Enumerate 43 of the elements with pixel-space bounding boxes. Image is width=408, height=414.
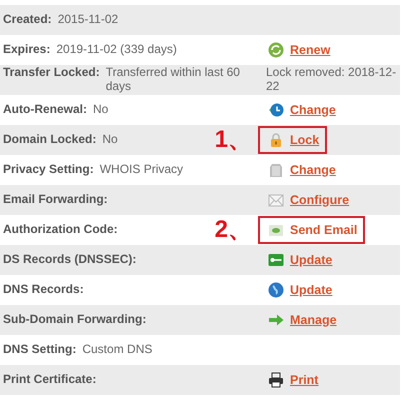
action-link[interactable]: Renew: [258, 36, 338, 64]
refresh-icon: [268, 42, 284, 58]
field-value: Custom DNS: [82, 343, 154, 357]
field-value: No: [102, 133, 119, 147]
arrow-icon: [268, 312, 284, 328]
envelope-icon: [268, 192, 284, 208]
field-label: Auto-Renewal:: [3, 103, 87, 117]
lock-note: Lock removed: 2018-12-22: [265, 66, 398, 94]
action-link[interactable]: Lock: [258, 126, 328, 154]
field-label: Email Forwarding:: [2, 193, 109, 207]
field-label: Domain Locked:: [3, 133, 96, 147]
field-label: DNS Records:: [2, 283, 85, 297]
action-link[interactable]: Print: [258, 366, 326, 394]
step-number: 1、: [214, 128, 253, 152]
action-link[interactable]: Update: [258, 246, 340, 274]
printer-icon: [268, 372, 284, 388]
field-label: DS Records (DNSSEC):: [2, 253, 138, 267]
field-label: DNS Setting:: [3, 343, 76, 357]
mail-icon: [268, 222, 284, 238]
key-icon: [268, 252, 284, 268]
field-value: 2019-11-02 (339 days): [56, 43, 178, 57]
globe-icon: [268, 282, 284, 298]
field-value: No: [93, 103, 110, 117]
field-label: Privacy Setting:: [3, 163, 94, 177]
action-link[interactable]: Send Email: [258, 216, 366, 244]
field-value: 2015-11-02: [58, 13, 120, 27]
field-label: Print Certificate:: [2, 373, 98, 387]
field-value: WHOIS Privacy: [100, 163, 184, 177]
action-link[interactable]: Change: [258, 156, 344, 184]
clock-icon: [268, 102, 284, 118]
action-link[interactable]: Configure: [258, 186, 358, 214]
badge-icon: [268, 162, 284, 178]
action-link[interactable]: Update: [258, 276, 340, 304]
action-link[interactable]: Change: [258, 96, 344, 124]
field-label: Created:: [3, 13, 52, 27]
field-label: Authorization Code:: [2, 223, 119, 237]
lock-icon: [268, 132, 284, 148]
field-label: Sub-Domain Forwarding:: [2, 313, 148, 327]
field-value: Transferred within last 60 days: [106, 66, 241, 94]
action-link[interactable]: Manage: [258, 306, 345, 334]
field-label: Transfer Locked:: [3, 66, 100, 80]
field-label: Expires:: [3, 43, 50, 57]
step-number: 2、: [214, 218, 253, 242]
